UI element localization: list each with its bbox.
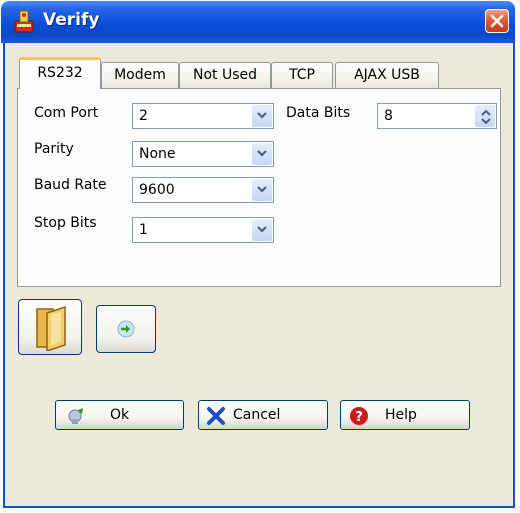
chevron-down-icon <box>257 186 267 193</box>
open-folder-button[interactable] <box>18 299 82 355</box>
chevron-down-icon <box>257 150 267 157</box>
stop-bits-value: 1 <box>139 222 148 238</box>
cancel-button[interactable]: Cancel <box>198 400 328 430</box>
ok-label: Ok <box>110 407 130 423</box>
parity-value: None <box>139 146 176 162</box>
help-button[interactable]: ? Help <box>340 400 470 430</box>
tab-label: Not Used <box>192 67 258 83</box>
close-button[interactable] <box>485 9 509 33</box>
chevron-down-icon <box>257 226 267 233</box>
app-icon <box>13 9 35 33</box>
baud-rate-label: Baud Rate <box>34 177 107 193</box>
tab-modem[interactable]: Modem <box>101 62 179 89</box>
tab-label: AJAX USB <box>354 67 420 83</box>
tab-ajax-usb[interactable]: AJAX USB <box>335 62 439 89</box>
tab-not-used[interactable]: Not Used <box>179 62 271 89</box>
dropdown-arrow[interactable] <box>252 143 272 165</box>
tab-label: RS232 <box>37 65 83 81</box>
com-port-select[interactable]: 2 <box>132 103 274 129</box>
baud-rate-select[interactable]: 9600 <box>132 177 274 203</box>
help-icon: ? <box>349 406 369 430</box>
data-bits-value: 8 <box>384 108 393 124</box>
data-bits-spinner[interactable]: 8 <box>377 103 497 129</box>
close-icon <box>490 14 504 28</box>
tab-rs232[interactable]: RS232 <box>19 57 101 89</box>
svg-text:?: ? <box>355 410 363 425</box>
baud-rate-value: 9600 <box>139 182 175 198</box>
data-bits-label: Data Bits <box>286 105 351 121</box>
stop-bits-select[interactable]: 1 <box>132 217 274 243</box>
dropdown-arrow[interactable] <box>252 105 272 127</box>
title-bar[interactable]: Verify <box>1 1 515 43</box>
ok-button[interactable]: Ok <box>55 400 184 430</box>
com-port-label: Com Port <box>34 105 99 121</box>
dropdown-arrow[interactable] <box>252 219 272 241</box>
spinner-buttons[interactable] <box>475 105 495 127</box>
chevron-down-icon <box>257 112 267 119</box>
connect-arrow-icon <box>117 320 135 338</box>
com-port-value: 2 <box>139 108 148 124</box>
window-title: Verify <box>43 10 100 30</box>
stop-bits-label: Stop Bits <box>34 215 97 231</box>
dropdown-arrow[interactable] <box>252 179 272 201</box>
connect-plug-icon <box>66 406 86 430</box>
parity-label: Parity <box>34 141 74 157</box>
tab-label: TCP <box>289 67 315 83</box>
connect-button[interactable] <box>96 305 156 353</box>
rs232-panel: Com Port 2 Data Bits 8 Parity None Baud … <box>17 88 501 287</box>
up-down-arrows-icon <box>481 109 491 125</box>
tab-label: Modem <box>114 67 166 83</box>
help-label: Help <box>385 407 417 423</box>
parity-select[interactable]: None <box>132 141 274 167</box>
cancel-x-icon <box>206 406 226 430</box>
cancel-label: Cancel <box>233 407 281 423</box>
tab-tcp[interactable]: TCP <box>271 62 333 89</box>
folder-icon <box>36 305 66 351</box>
